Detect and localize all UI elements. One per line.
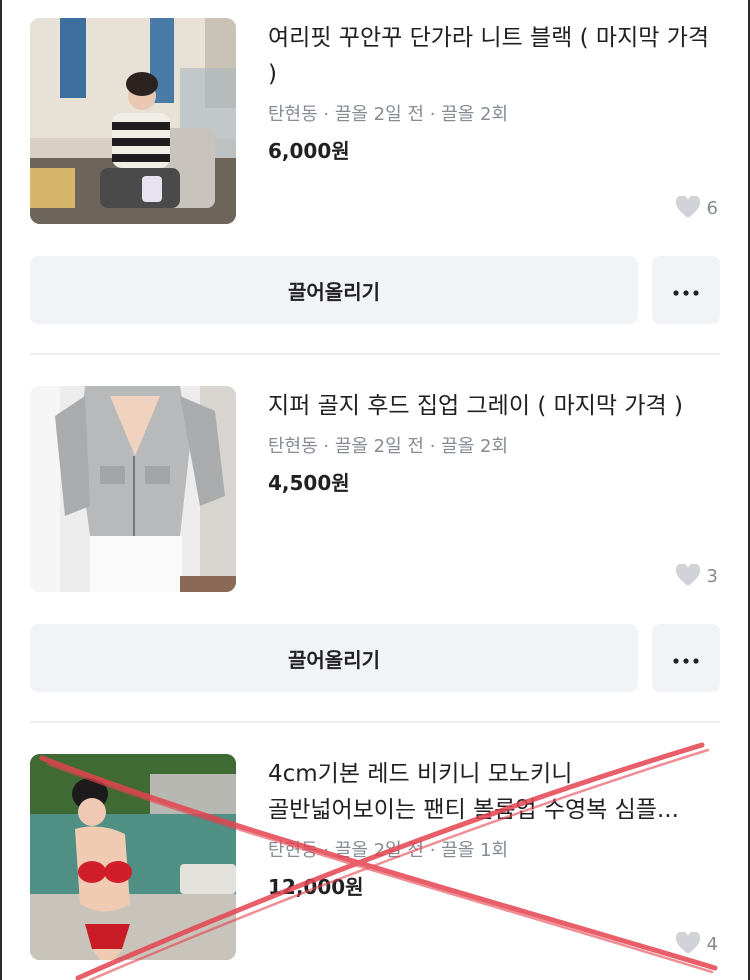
more-dots-icon — [673, 281, 699, 300]
woman-striped-knit-photo — [30, 18, 236, 224]
product-price: 12,000원 — [268, 875, 364, 899]
product-price: 6,000원 — [268, 139, 350, 163]
bump-button[interactable]: 끌어올리기 — [30, 256, 638, 324]
like-count-value: 6 — [706, 197, 718, 219]
product-thumbnail[interactable] — [30, 18, 236, 224]
product-item[interactable]: 4cm기본 레드 비키니 모노키니 골반넓어보이는 팬티 볼륨업 수영복 심플.… — [30, 754, 720, 980]
heart-icon — [675, 196, 701, 220]
like-count: 3 — [675, 564, 718, 588]
like-count-value: 3 — [706, 565, 718, 587]
bump-button[interactable]: 끌어올리기 — [30, 624, 638, 692]
product-thumbnail[interactable] — [30, 754, 236, 960]
like-count: 4 — [675, 932, 718, 956]
more-dots-icon — [673, 649, 699, 668]
heart-icon — [675, 564, 701, 588]
red-bikini-poolside-photo — [30, 754, 236, 960]
product-price: 4,500원 — [268, 471, 350, 495]
like-count: 6 — [675, 196, 718, 220]
gray-hood-zipup-photo — [30, 386, 236, 592]
product-thumbnail[interactable] — [30, 386, 236, 592]
item-divider — [30, 353, 720, 355]
product-meta: 탄현동 · 끌올 2일 전 · 끌올 2회 — [268, 104, 508, 125]
heart-icon — [675, 932, 701, 956]
product-meta: 탄현동 · 끌올 2일 전 · 끌올 2회 — [268, 436, 508, 457]
more-button[interactable] — [652, 256, 720, 324]
product-title[interactable]: 4cm기본 레드 비키니 모노키니 골반넓어보이는 팬티 볼륨업 수영복 심플.… — [268, 756, 718, 828]
window-frame-left — [0, 0, 2, 980]
product-title[interactable]: 여리핏 꾸안꾸 단가라 니트 블랙 ( 마지막 가격 ) — [268, 20, 718, 92]
like-count-value: 4 — [706, 933, 718, 955]
product-meta: 탄현동 · 끌올 2일 전 · 끌올 1회 — [268, 840, 508, 861]
product-item[interactable]: 지퍼 골지 후드 집업 그레이 ( 마지막 가격 ) 탄현동 · 끌올 2일 전… — [30, 386, 720, 696]
item-divider — [30, 721, 720, 723]
more-button[interactable] — [652, 624, 720, 692]
product-item[interactable]: 여리핏 꾸안꾸 단가라 니트 블랙 ( 마지막 가격 ) 탄현동 · 끌올 2일… — [30, 18, 720, 328]
product-title[interactable]: 지퍼 골지 후드 집업 그레이 ( 마지막 가격 ) — [268, 388, 718, 424]
